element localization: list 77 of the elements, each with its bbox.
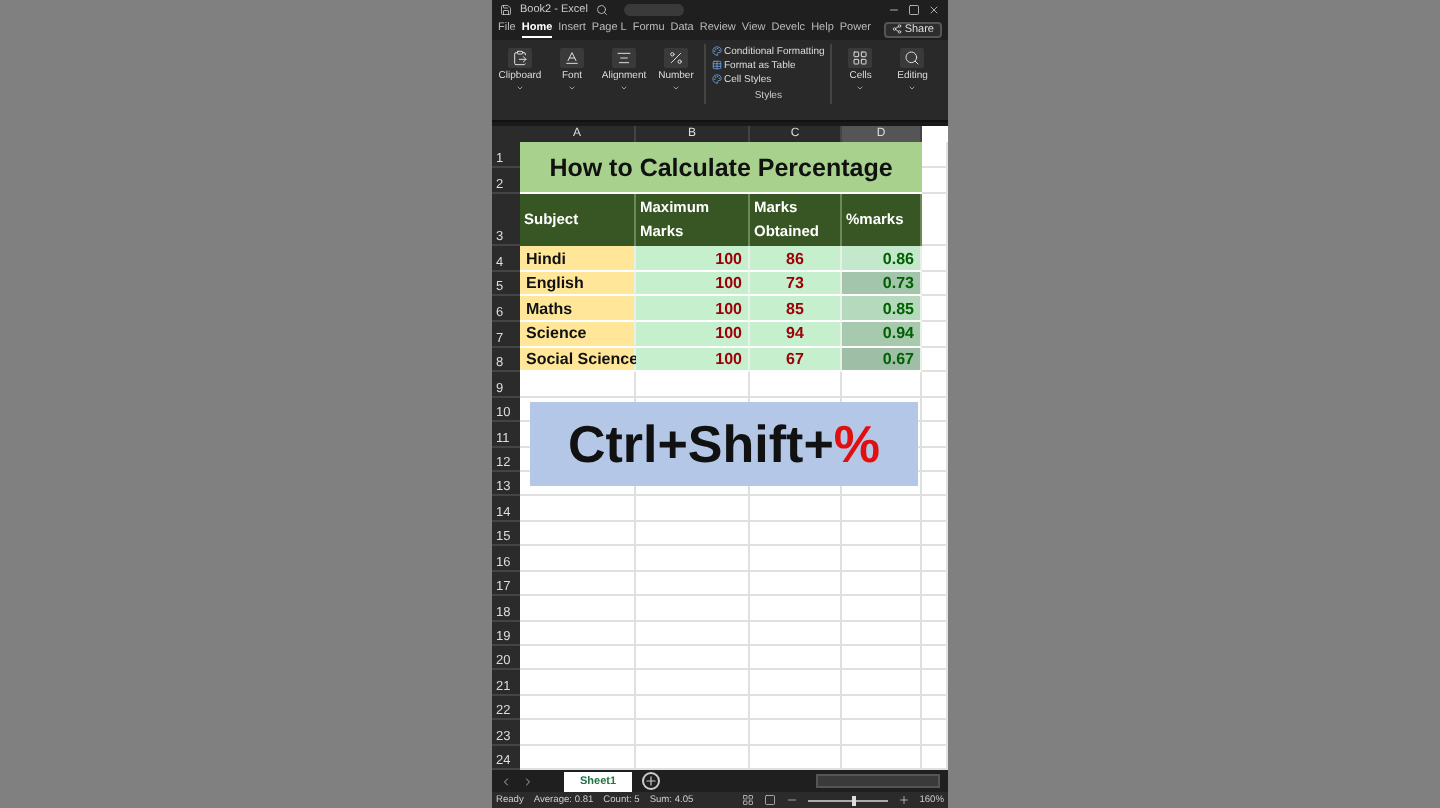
shortcut-banner: Ctrl+Shift+% [530,402,918,487]
align-center-icon [616,49,632,66]
table-cell: 0.86 [842,246,922,272]
zoom-out-icon [785,794,798,807]
empty-cell [636,546,750,572]
minimize-icon [888,3,900,16]
table-cell: 100 [636,271,750,297]
empty-cell [636,496,750,522]
table-cell: 86 [750,246,842,272]
table-cell: 73 [750,271,842,297]
font-color-icon [564,49,580,66]
empty-cell [636,695,750,721]
table-cell: 85 [750,296,842,323]
table-cell: 100 [636,322,750,348]
table-cell: English [520,271,636,297]
scroll-right-icon [522,775,534,788]
zoom-in-icon [897,794,910,807]
table-cell: Maths [520,296,636,323]
title-cell: How to Calculate Percentage [520,142,922,195]
empty-cell [750,496,842,522]
empty-cell [842,496,922,522]
table-cell: 67 [750,347,842,373]
table-cell: 100 [636,347,750,373]
close-icon [928,3,940,16]
empty-cell [750,695,842,721]
empty-cell [842,720,922,746]
empty-cell [842,695,922,721]
clipboard-icon [512,49,528,66]
empty-cell [636,670,750,696]
empty-cell [842,621,922,647]
grid-icon [852,49,869,66]
search-icon [595,3,608,16]
table-cell: 0.67 [842,347,922,373]
empty-cell [636,571,750,597]
empty-cell [750,596,842,622]
empty-cell [750,546,842,572]
empty-cell [842,521,922,547]
table-cell: Hindi [520,246,636,272]
empty-cell [842,646,922,671]
share-icon [892,24,903,35]
table-icon [712,60,722,71]
normal-view-icon [741,794,754,807]
table-cell: 100 [636,296,750,323]
empty-cell [750,646,842,671]
empty-cell [636,596,750,622]
maximize-icon [908,3,920,16]
search-icon [904,49,921,66]
add-sheet-icon[interactable] [642,772,661,791]
zoom-slider-thumb[interactable] [851,795,856,806]
page-layout-icon [763,794,776,807]
empty-cell [636,521,750,547]
empty-cell [636,720,750,746]
table-cell: 0.94 [842,322,922,348]
table-cell: 0.73 [842,271,922,297]
empty-cell [750,521,842,547]
empty-cell [842,596,922,622]
table-cell: Social Science [520,347,636,373]
empty-cell [750,720,842,746]
empty-cell [750,621,842,647]
empty-cell [636,621,750,647]
empty-cell [636,646,750,671]
save-icon [500,3,512,16]
empty-cell [842,670,922,696]
scroll-left-icon [500,775,512,788]
empty-cell [842,546,922,572]
table-cell: 100 [636,246,750,272]
empty-cell [842,571,922,597]
table-cell: 0.85 [842,296,922,323]
empty-cell [750,571,842,597]
palette-icon [712,74,722,85]
empty-cell [750,670,842,696]
account-placeholder [623,3,684,16]
table-cell: Science [520,322,636,348]
horizontal-scrollbar[interactable] [816,774,940,789]
table-cell: 94 [750,322,842,348]
palette-icon [712,46,722,57]
percent-icon [668,49,684,66]
